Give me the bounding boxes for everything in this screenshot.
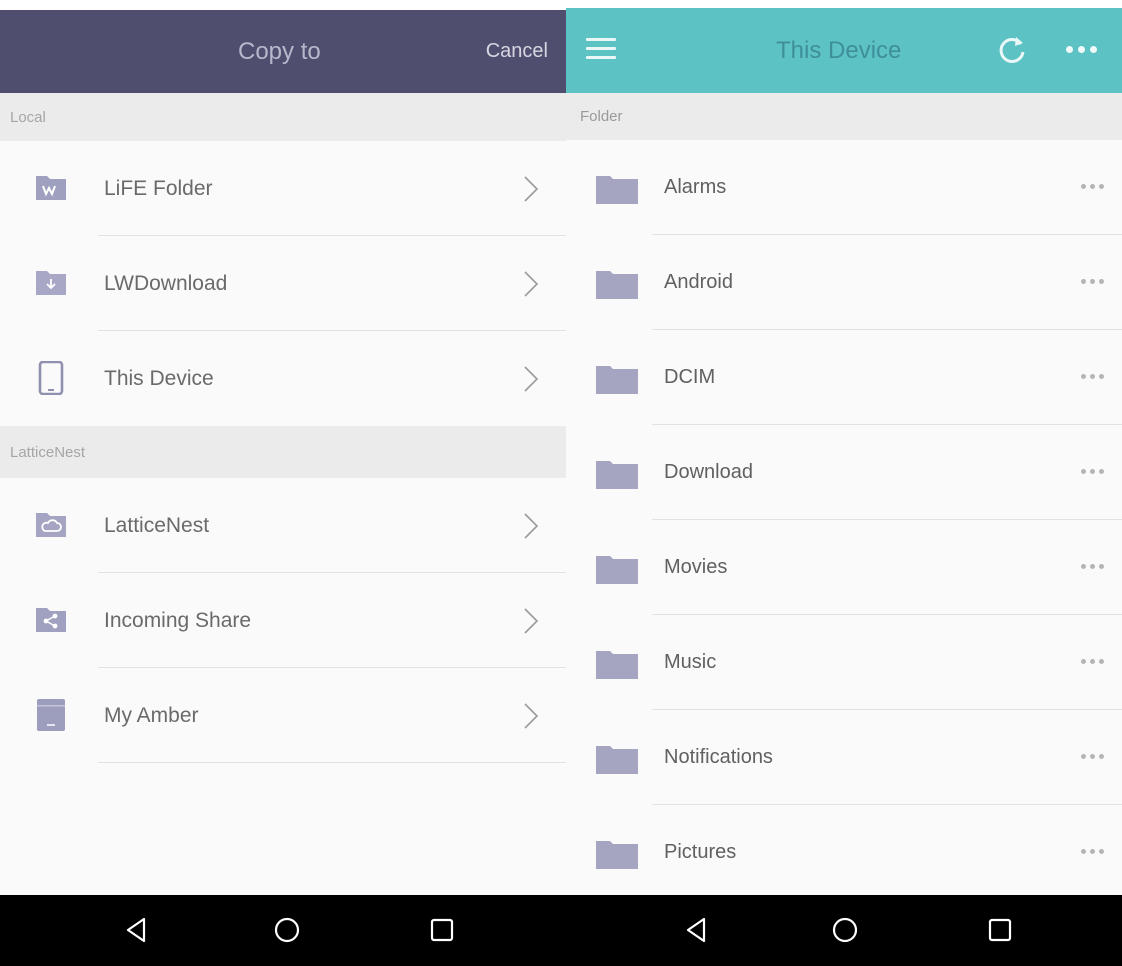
folder-row-music[interactable]: Music	[566, 615, 1122, 710]
more-icon[interactable]	[1081, 754, 1104, 759]
home-icon[interactable]	[270, 913, 304, 947]
folder-icon	[596, 366, 638, 394]
chevron-right-icon	[524, 176, 539, 202]
refresh-icon[interactable]	[994, 32, 1030, 68]
folder-icon	[596, 461, 638, 489]
amber-device-icon	[37, 699, 65, 731]
this-device-panel: This Device Folder Alarms Android DCIM D…	[566, 0, 1122, 966]
status-strip	[566, 0, 1122, 8]
folder-label: Notifications	[664, 746, 773, 768]
folder-icon	[596, 556, 638, 584]
android-nav-bar	[0, 895, 566, 966]
more-icon[interactable]	[1081, 374, 1104, 379]
folder-row-alarms[interactable]: Alarms	[566, 140, 1122, 235]
list-item-label: My Amber	[104, 703, 199, 727]
more-icon[interactable]	[1081, 469, 1104, 474]
this-device-title: This Device	[776, 36, 902, 64]
back-icon[interactable]	[680, 913, 714, 947]
folder-label: Pictures	[664, 841, 737, 863]
list-item-my-amber[interactable]: My Amber	[0, 668, 566, 763]
menu-icon[interactable]	[586, 36, 616, 62]
folder-row-movies[interactable]: Movies	[566, 520, 1122, 615]
folder-icon	[596, 271, 638, 299]
this-device-header: This Device	[566, 8, 1122, 93]
folder-label: Android	[664, 271, 733, 293]
cloud-folder-icon	[36, 513, 66, 537]
folder-icon	[596, 651, 638, 679]
more-icon[interactable]	[1081, 279, 1104, 284]
more-icon[interactable]	[1081, 184, 1104, 189]
folder-row-android[interactable]: Android	[566, 235, 1122, 330]
home-icon[interactable]	[828, 913, 862, 947]
list-item-life-folder[interactable]: LiFE Folder	[0, 141, 566, 236]
section-folder: Folder	[566, 93, 1122, 140]
life-folder-icon	[36, 176, 66, 200]
chevron-right-icon	[524, 608, 539, 634]
share-folder-icon	[36, 608, 66, 632]
folder-label: Alarms	[664, 176, 727, 198]
folder-icon	[596, 176, 638, 204]
recents-icon[interactable]	[983, 913, 1017, 947]
chevron-right-icon	[524, 366, 539, 392]
folder-label: Movies	[664, 556, 728, 578]
list-item-label: LiFE Folder	[104, 176, 213, 200]
more-icon[interactable]	[1081, 849, 1104, 854]
folder-label: DCIM	[664, 366, 716, 388]
list-item-label: This Device	[104, 366, 214, 390]
chevron-right-icon	[524, 513, 539, 539]
list-item-lwdownload[interactable]: LWDownload	[0, 236, 566, 331]
list-item-this-device[interactable]: This Device	[0, 331, 566, 426]
section-local: Local	[0, 93, 566, 141]
android-nav-bar	[566, 895, 1122, 966]
more-icon[interactable]	[1081, 659, 1104, 664]
folder-row-dcim[interactable]: DCIM	[566, 330, 1122, 425]
more-icon[interactable]	[1081, 564, 1104, 569]
copy-to-title: Copy to	[238, 37, 321, 65]
divider	[98, 762, 566, 763]
chevron-right-icon	[524, 271, 539, 297]
folder-row-pictures[interactable]: Pictures	[566, 805, 1122, 900]
copy-to-panel: Copy to Cancel Local LiFE Folder LWDownl…	[0, 0, 566, 966]
tablet-icon	[38, 361, 64, 395]
list-item-label: Incoming Share	[104, 608, 252, 632]
folder-label: Music	[664, 651, 717, 673]
list-item-label: LWDownload	[104, 271, 228, 295]
folder-row-download[interactable]: Download	[566, 425, 1122, 520]
list-item-label: LatticeNest	[104, 513, 210, 537]
download-folder-icon	[36, 271, 66, 295]
copy-to-header: Copy to Cancel	[0, 10, 566, 93]
folder-icon	[596, 841, 638, 869]
more-options-icon[interactable]	[1066, 42, 1106, 56]
folder-row-notifications[interactable]: Notifications	[566, 710, 1122, 805]
folder-icon	[596, 746, 638, 774]
chevron-right-icon	[524, 703, 539, 729]
back-icon[interactable]	[120, 913, 154, 947]
list-item-incoming-share[interactable]: Incoming Share	[0, 573, 566, 668]
cancel-button[interactable]: Cancel	[486, 10, 548, 93]
section-latticenest: LatticeNest	[0, 426, 566, 478]
status-strip	[0, 0, 566, 10]
folder-label: Download	[664, 461, 753, 483]
list-item-latticenest[interactable]: LatticeNest	[0, 478, 566, 573]
recents-icon[interactable]	[425, 913, 459, 947]
